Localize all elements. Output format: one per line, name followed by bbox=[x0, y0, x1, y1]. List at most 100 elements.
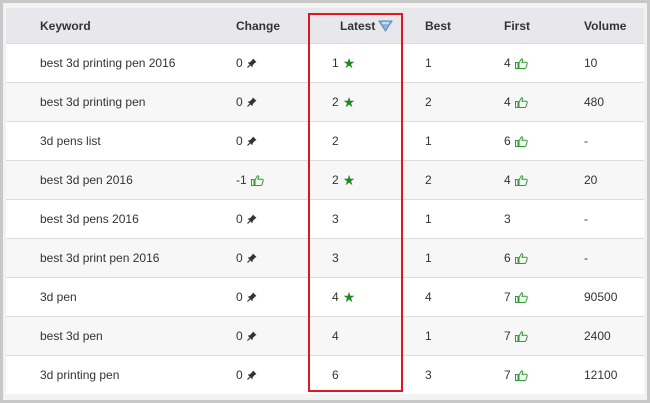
cell-volume: 480 bbox=[554, 82, 644, 122]
first-value: 6 bbox=[504, 133, 511, 148]
cell-change: -1 bbox=[196, 160, 302, 200]
change-value: 0 bbox=[236, 133, 243, 148]
table-row: 3d pen 0 4 ★ 4 7 90500 bbox=[6, 277, 644, 317]
cell-first: 4 bbox=[474, 160, 554, 200]
pin-icon bbox=[246, 330, 257, 344]
cell-best: 1 bbox=[395, 199, 474, 239]
cell-latest: 1 ★ bbox=[302, 43, 395, 83]
cell-latest: 6 bbox=[302, 355, 395, 394]
cell-volume: - bbox=[554, 238, 644, 278]
cell-keyword[interactable]: 3d pen bbox=[6, 277, 196, 317]
latest-value: 2 bbox=[332, 94, 339, 109]
table-row: best 3d pen 2016 -1 2 ★ 2 4 20 bbox=[6, 160, 644, 200]
latest-value: 4 bbox=[332, 329, 339, 343]
thumbs-up-icon bbox=[514, 57, 528, 71]
change-value: 0 bbox=[236, 250, 243, 265]
header-latest-label: Latest bbox=[340, 18, 376, 33]
cell-volume: 10 bbox=[554, 43, 644, 83]
header-latest[interactable]: Latest bbox=[302, 8, 395, 44]
pin-icon bbox=[246, 96, 257, 110]
thumbs-up-icon bbox=[250, 174, 264, 188]
cell-best: 1 bbox=[395, 121, 474, 161]
cell-keyword[interactable]: best 3d pens 2016 bbox=[6, 199, 196, 239]
first-value: 7 bbox=[504, 328, 511, 343]
first-value: 3 bbox=[504, 212, 511, 226]
change-value: 0 bbox=[236, 94, 243, 109]
cell-latest: 3 bbox=[302, 238, 395, 278]
cell-volume: 2400 bbox=[554, 316, 644, 356]
star-icon: ★ bbox=[342, 171, 356, 188]
cell-keyword[interactable]: best 3d printing pen 2016 bbox=[6, 43, 196, 83]
table-row: best 3d printing pen 0 2 ★ 2 4 480 bbox=[6, 82, 644, 122]
cell-change: 0 bbox=[196, 238, 302, 278]
cell-change: 0 bbox=[196, 121, 302, 161]
latest-value: 1 bbox=[332, 55, 339, 70]
cell-first: 7 bbox=[474, 316, 554, 356]
cell-best: 4 bbox=[395, 277, 474, 317]
first-value: 7 bbox=[504, 367, 511, 382]
header-keyword[interactable]: Keyword bbox=[6, 8, 196, 44]
cell-change: 0 bbox=[196, 199, 302, 239]
cell-change: 0 bbox=[196, 82, 302, 122]
cell-latest: 2 bbox=[302, 121, 395, 161]
cell-best: 2 bbox=[395, 160, 474, 200]
star-icon: ★ bbox=[342, 93, 356, 110]
cell-keyword[interactable]: 3d printing pen bbox=[6, 355, 196, 394]
table-row: best 3d pens 2016 0 3 1 3 - bbox=[6, 199, 644, 239]
latest-value: 4 bbox=[332, 289, 339, 304]
cell-best: 1 bbox=[395, 43, 474, 83]
cell-best: 1 bbox=[395, 238, 474, 278]
change-value: 0 bbox=[236, 289, 243, 304]
cell-keyword[interactable]: best 3d print pen 2016 bbox=[6, 238, 196, 278]
latest-value: 6 bbox=[332, 368, 339, 382]
cell-volume: 12100 bbox=[554, 355, 644, 394]
table-row: 3d printing pen 0 6 3 7 12100 bbox=[6, 355, 644, 394]
pin-icon bbox=[246, 57, 257, 71]
header-change[interactable]: Change bbox=[196, 8, 302, 44]
cell-keyword[interactable]: best 3d pen bbox=[6, 316, 196, 356]
pin-icon bbox=[246, 213, 257, 227]
cell-first: 4 bbox=[474, 43, 554, 83]
cell-best: 2 bbox=[395, 82, 474, 122]
change-value: 0 bbox=[236, 55, 243, 70]
cell-keyword[interactable]: best 3d printing pen bbox=[6, 82, 196, 122]
pin-icon bbox=[246, 252, 257, 266]
cell-latest: 2 ★ bbox=[302, 82, 395, 122]
thumbs-up-icon bbox=[514, 135, 528, 149]
thumbs-up-icon bbox=[514, 252, 528, 266]
latest-value: 3 bbox=[332, 251, 339, 265]
cell-change: 0 bbox=[196, 277, 302, 317]
change-value: 0 bbox=[236, 367, 243, 382]
thumbs-up-icon bbox=[514, 291, 528, 305]
cell-change: 0 bbox=[196, 43, 302, 83]
keyword-ranking-table: Keyword Change Latest Best First Volume … bbox=[6, 8, 644, 394]
cell-volume: - bbox=[554, 199, 644, 239]
cell-volume: 90500 bbox=[554, 277, 644, 317]
sort-down-arrow-icon[interactable] bbox=[378, 19, 394, 32]
pin-icon bbox=[246, 135, 257, 149]
table-row: 3d pens list 0 2 1 6 - bbox=[6, 121, 644, 161]
cell-latest: 3 bbox=[302, 199, 395, 239]
cell-keyword[interactable]: best 3d pen 2016 bbox=[6, 160, 196, 200]
header-best[interactable]: Best bbox=[395, 8, 474, 44]
table-row: best 3d print pen 2016 0 3 1 6 - bbox=[6, 238, 644, 278]
cell-latest: 2 ★ bbox=[302, 160, 395, 200]
first-value: 6 bbox=[504, 250, 511, 265]
first-value: 4 bbox=[504, 172, 511, 187]
change-value: 0 bbox=[236, 328, 243, 343]
cell-first: 7 bbox=[474, 277, 554, 317]
cell-keyword[interactable]: 3d pens list bbox=[6, 121, 196, 161]
cell-best: 1 bbox=[395, 316, 474, 356]
cell-change: 0 bbox=[196, 355, 302, 394]
cell-first: 4 bbox=[474, 82, 554, 122]
thumbs-up-icon bbox=[514, 369, 528, 383]
change-value: -1 bbox=[236, 172, 247, 187]
thumbs-up-icon bbox=[514, 96, 528, 110]
first-value: 4 bbox=[504, 94, 511, 109]
header-volume[interactable]: Volume bbox=[554, 8, 644, 44]
cell-volume: - bbox=[554, 121, 644, 161]
table-row: best 3d printing pen 2016 0 1 ★ 1 4 10 bbox=[6, 43, 644, 83]
header-first[interactable]: First bbox=[474, 8, 554, 44]
screenshot-frame: Keyword Change Latest Best First Volume … bbox=[0, 0, 650, 403]
star-icon: ★ bbox=[342, 288, 356, 305]
